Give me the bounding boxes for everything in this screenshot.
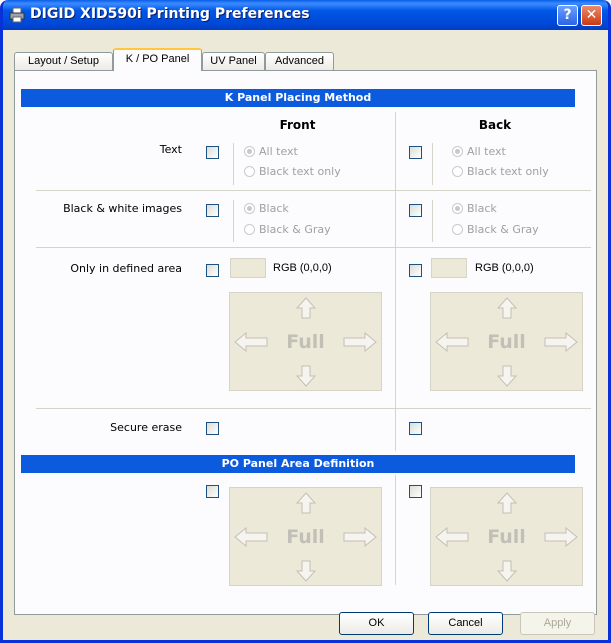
arrow-left-icon[interactable] <box>435 332 469 352</box>
close-button[interactable]: ✕ <box>581 5 602 26</box>
printer-icon <box>9 7 25 23</box>
front-rgb-value: RGB (0,0,0) <box>273 262 332 274</box>
arrow-up-icon[interactable] <box>296 492 316 514</box>
back-po-area-selector[interactable]: Full <box>430 487 583 586</box>
option-separator <box>432 200 433 242</box>
back-black-text-only-radio[interactable]: Black text only <box>452 165 549 178</box>
row-divider <box>36 408 591 409</box>
tab-uv-panel[interactable]: UV Panel <box>202 52 265 70</box>
arrow-up-icon[interactable] <box>497 297 517 319</box>
back-all-text-label: All text <box>467 145 506 158</box>
front-color-swatch[interactable] <box>230 258 266 278</box>
back-rgb-value: RGB (0,0,0) <box>475 262 534 274</box>
option-separator <box>233 143 234 185</box>
back-black-text-only-label: Black text only <box>467 165 549 178</box>
front-all-text-label: All text <box>259 145 298 158</box>
front-black-text-only-label: Black text only <box>259 165 341 178</box>
po-column-divider <box>395 475 396 585</box>
arrow-left-icon[interactable] <box>234 527 268 547</box>
back-black-radio[interactable]: Black <box>452 202 497 215</box>
arrow-down-icon[interactable] <box>497 365 517 387</box>
secure-erase-row-label: Secure erase <box>110 421 182 434</box>
arrow-left-icon[interactable] <box>435 527 469 547</box>
arrow-up-icon[interactable] <box>296 297 316 319</box>
apply-button[interactable]: Apply <box>520 612 595 635</box>
arrow-down-icon[interactable] <box>296 560 316 582</box>
option-separator <box>233 200 234 242</box>
column-divider <box>395 112 396 451</box>
back-black-gray-radio[interactable]: Black & Gray <box>452 223 539 236</box>
back-area-selector[interactable]: Full <box>430 292 583 391</box>
row-divider <box>36 247 591 248</box>
front-secure-erase-checkbox[interactable] <box>206 422 219 435</box>
front-black-label: Black <box>259 202 289 215</box>
option-separator <box>432 143 433 185</box>
arrow-right-icon[interactable] <box>343 527 377 547</box>
po-panel-header: PO Panel Area Definition <box>21 455 575 473</box>
back-column-heading: Back <box>478 118 512 132</box>
front-po-area-checkbox[interactable] <box>206 485 219 498</box>
arrow-down-icon[interactable] <box>497 560 517 582</box>
window-title: DIGID XID590i Printing Preferences <box>30 6 310 22</box>
bw-images-row-label: Black & white images <box>63 202 182 215</box>
front-black-radio[interactable]: Black <box>244 202 289 215</box>
help-button[interactable]: ? <box>557 5 578 26</box>
back-text-checkbox[interactable] <box>409 146 422 159</box>
k-panel-header: K Panel Placing Method <box>21 89 575 107</box>
arrow-right-icon[interactable] <box>544 332 578 352</box>
row-divider <box>36 190 591 191</box>
back-secure-erase-checkbox[interactable] <box>409 422 422 435</box>
ok-button[interactable]: OK <box>339 612 414 635</box>
tab-k-po-panel[interactable]: K / PO Panel <box>113 48 202 71</box>
back-defined-area-checkbox[interactable] <box>409 264 422 277</box>
arrow-right-icon[interactable] <box>544 527 578 547</box>
front-defined-area-checkbox[interactable] <box>206 264 219 277</box>
tab-layout-setup[interactable]: Layout / Setup <box>14 52 113 70</box>
tab-advanced[interactable]: Advanced <box>265 52 334 70</box>
text-row-label: Text <box>159 143 182 156</box>
arrow-left-icon[interactable] <box>234 332 268 352</box>
defined-area-row-label: Only in defined area <box>70 262 182 275</box>
front-black-gray-radio[interactable]: Black & Gray <box>244 223 331 236</box>
front-text-checkbox[interactable] <box>206 146 219 159</box>
front-column-heading: Front <box>279 118 316 132</box>
arrow-down-icon[interactable] <box>296 365 316 387</box>
arrow-up-icon[interactable] <box>497 492 517 514</box>
back-black-label: Black <box>467 202 497 215</box>
back-all-text-radio[interactable]: All text <box>452 145 506 158</box>
front-po-area-selector[interactable]: Full <box>229 487 382 586</box>
front-all-text-radio[interactable]: All text <box>244 145 298 158</box>
cancel-button[interactable]: Cancel <box>428 612 503 635</box>
front-area-selector[interactable]: Full <box>229 292 382 391</box>
title-bar[interactable]: DIGID XID590i Printing Preferences ? ✕ <box>3 0 608 30</box>
back-po-area-checkbox[interactable] <box>409 485 422 498</box>
front-black-text-only-radio[interactable]: Black text only <box>244 165 341 178</box>
arrow-right-icon[interactable] <box>343 332 377 352</box>
back-bw-images-checkbox[interactable] <box>409 204 422 217</box>
front-black-gray-label: Black & Gray <box>259 223 331 236</box>
back-color-swatch[interactable] <box>431 258 467 278</box>
front-bw-images-checkbox[interactable] <box>206 204 219 217</box>
back-black-gray-label: Black & Gray <box>467 223 539 236</box>
